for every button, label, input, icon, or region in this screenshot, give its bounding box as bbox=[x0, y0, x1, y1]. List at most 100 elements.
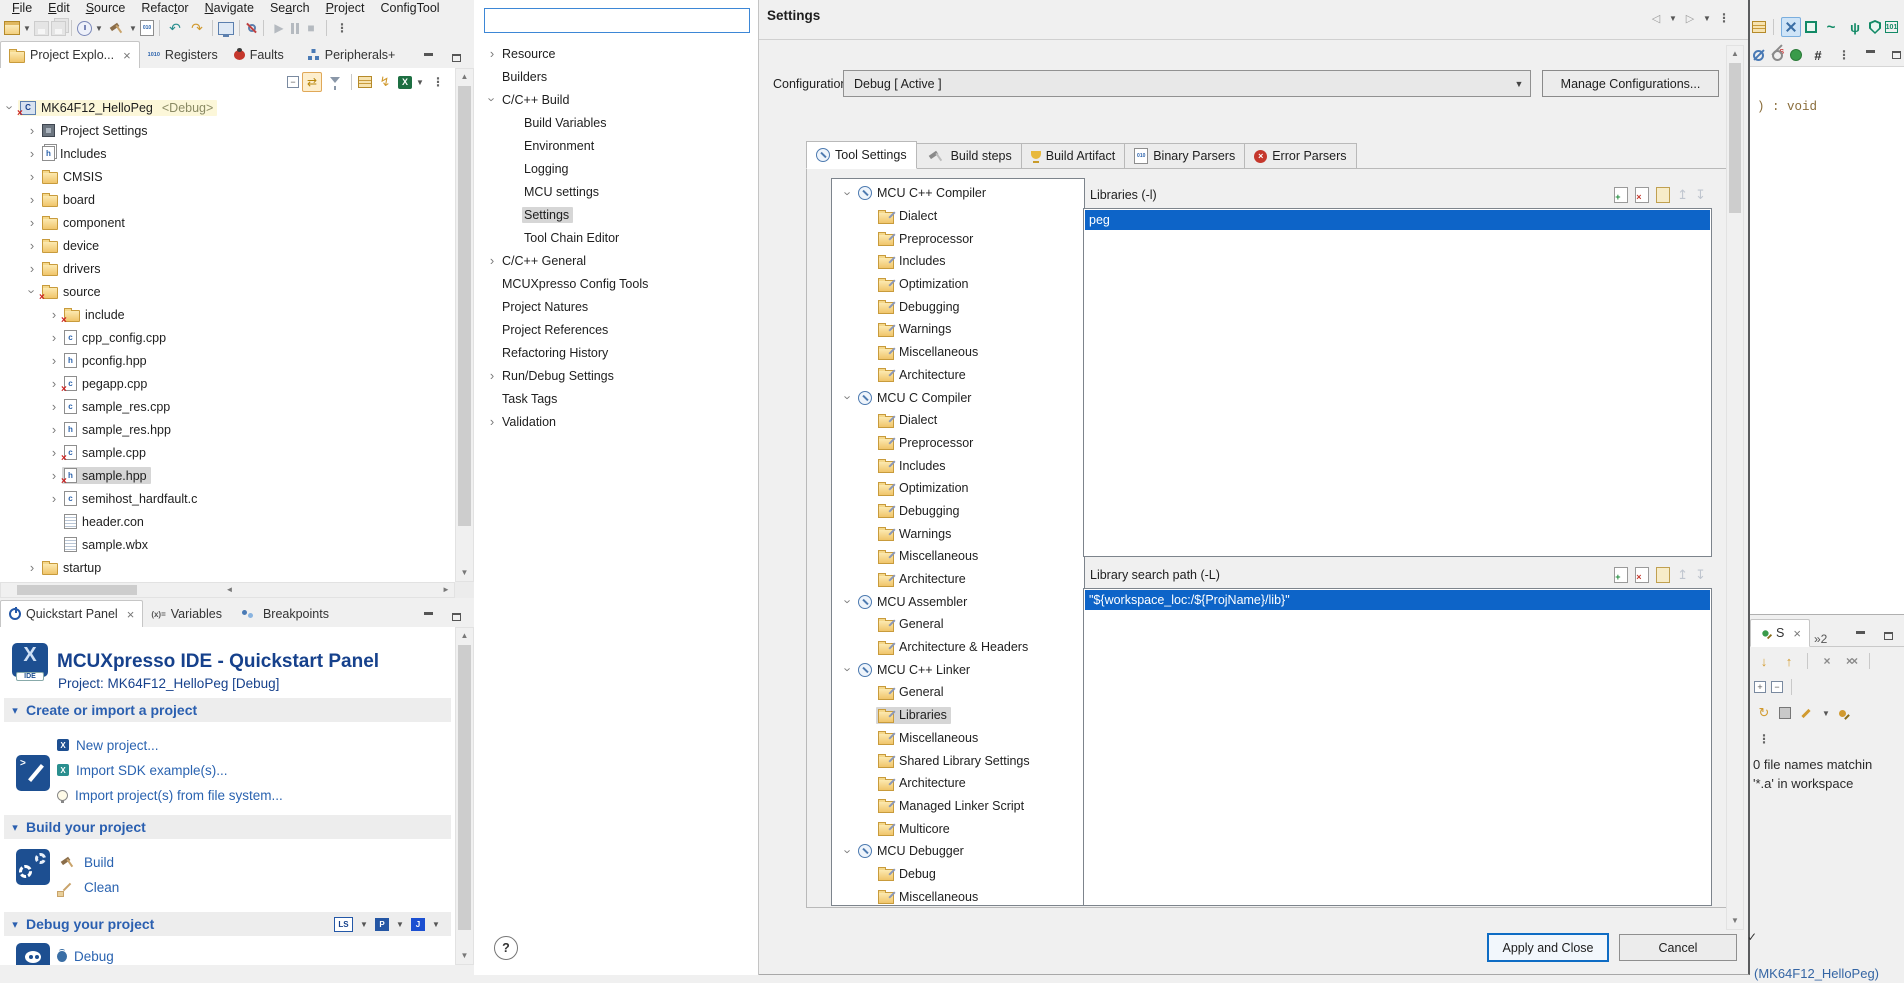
section-collapse-icon[interactable]: ▾ bbox=[4, 918, 26, 931]
expand-all-icon[interactable]: + bbox=[1754, 681, 1766, 693]
list-row[interactable]: peg bbox=[1085, 210, 1710, 230]
console-icon[interactable] bbox=[218, 21, 234, 37]
quickstart-link-import-sdk-example-s-[interactable]: X Import SDK example(s)... bbox=[57, 759, 228, 781]
edit-search-icon[interactable] bbox=[1796, 703, 1816, 723]
move-down-icon[interactable]: ↧ bbox=[1695, 567, 1706, 583]
tree-item-settings[interactable]: Settings bbox=[474, 203, 758, 226]
quickstart-link-import-project-s-from-file-system-[interactable]: Import project(s) from file system... bbox=[57, 784, 283, 806]
tree-item-board[interactable]: › board bbox=[0, 188, 455, 211]
back-icon[interactable]: ◁ bbox=[1646, 8, 1666, 28]
tree-item-sample-cpp[interactable]: ›c sample.cpp bbox=[0, 441, 455, 464]
refresh-icon[interactable]: ↻ bbox=[1754, 703, 1774, 723]
tab-faults[interactable]: Faults bbox=[226, 42, 292, 68]
shield-icon[interactable] bbox=[1869, 20, 1881, 34]
menu-refactor[interactable]: Refactor bbox=[133, 1, 196, 15]
dropdown-icon[interactable]: ▼ bbox=[359, 920, 369, 929]
explorer-vertical-scrollbar[interactable]: ▲ ▼ bbox=[455, 68, 474, 582]
tree-item-pconfig-hpp[interactable]: › h pconfig.hpp bbox=[0, 349, 455, 372]
tree-item-dialect[interactable]: Dialect bbox=[832, 205, 1084, 228]
tree-item-architecture[interactable]: Architecture bbox=[832, 568, 1084, 591]
tree-item-mk64f12-hellopeg[interactable]: ›C MK64F12_HelloPeg <Debug> bbox=[0, 96, 455, 119]
binary-101-icon[interactable]: 101 bbox=[1885, 21, 1898, 33]
chevron-collapsed-icon[interactable]: › bbox=[484, 369, 500, 382]
collapse-tree-icon[interactable]: − bbox=[1771, 681, 1783, 693]
tab-project-explo-[interactable]: Project Explo... × bbox=[0, 41, 140, 69]
tree-item-libraries[interactable]: Libraries bbox=[832, 704, 1084, 727]
tree-item-optimization[interactable]: Optimization bbox=[832, 477, 1084, 500]
tree-item-mcu-settings[interactable]: MCU settings bbox=[474, 180, 758, 203]
section-collapse-icon[interactable]: ▾ bbox=[4, 704, 26, 717]
overflow-icon[interactable]: ⋮ bbox=[1754, 729, 1774, 749]
debug-config-icon[interactable] bbox=[77, 20, 92, 36]
cancel-button[interactable]: Cancel bbox=[1619, 934, 1737, 961]
link-editor-icon[interactable]: ⇄ bbox=[302, 72, 322, 92]
tree-item-cpp-config-cpp[interactable]: › c cpp_config.cpp bbox=[0, 326, 455, 349]
tree-item-pegapp-cpp[interactable]: ›c pegapp.cpp bbox=[0, 372, 455, 395]
close-icon[interactable]: × bbox=[127, 607, 135, 622]
chevron-expanded-icon[interactable]: › bbox=[841, 594, 856, 610]
tree-item-environment[interactable]: Environment bbox=[474, 134, 758, 157]
tree-item-warnings[interactable]: Warnings bbox=[832, 522, 1084, 545]
scrollbar-thumb[interactable] bbox=[458, 645, 471, 930]
overflow-icon[interactable]: ⋮ bbox=[332, 18, 352, 38]
chevron-expanded-icon[interactable]: › bbox=[25, 284, 40, 300]
tab-error-parsers[interactable]: × Error Parsers bbox=[1245, 143, 1357, 169]
scroll-down-icon[interactable]: ▼ bbox=[456, 565, 473, 581]
stop-icon[interactable]: ■ bbox=[301, 18, 321, 38]
link-server-icon[interactable]: LS bbox=[334, 916, 353, 932]
overflow-icon[interactable]: ⋮ bbox=[428, 72, 448, 92]
tree-item-cmsis[interactable]: › CMSIS bbox=[0, 165, 455, 188]
tree-item-managed-linker-script[interactable]: Managed Linker Script bbox=[832, 795, 1084, 818]
skip-s-icon[interactable]: S bbox=[1771, 49, 1784, 62]
tree-item-mcu-c-linker[interactable]: › MCU C++ Linker bbox=[832, 658, 1084, 681]
menu-project[interactable]: Project bbox=[318, 1, 373, 15]
skip-breakpoint-icon[interactable] bbox=[1752, 49, 1765, 62]
dropdown-icon[interactable]: ▼ bbox=[431, 920, 441, 929]
edit-icon[interactable] bbox=[1656, 567, 1671, 583]
scrollbar-thumb[interactable] bbox=[458, 86, 471, 526]
tab-quickstart-panel[interactable]: Quickstart Panel × bbox=[0, 600, 144, 628]
chevron-down-icon[interactable]: ▼ bbox=[1508, 71, 1530, 96]
tree-item-dialect[interactable]: Dialect bbox=[832, 409, 1084, 432]
resume-icon[interactable]: ▶ bbox=[269, 18, 289, 38]
record-dot-icon[interactable] bbox=[1790, 49, 1802, 61]
save-all-icon[interactable] bbox=[51, 20, 66, 36]
tree-item-mcuxpresso-config-tools[interactable]: MCUXpresso Config Tools bbox=[474, 272, 758, 295]
tree-item-architecture[interactable]: Architecture bbox=[832, 364, 1084, 387]
chevron-collapsed-icon[interactable]: › bbox=[484, 47, 500, 60]
tree-item-run-debug-settings[interactable]: › Run/Debug Settings bbox=[474, 364, 758, 387]
chevron-expanded-icon[interactable]: › bbox=[841, 185, 856, 201]
dropdown-icon[interactable]: ▼ bbox=[395, 920, 405, 929]
close-icon[interactable]: × bbox=[1793, 626, 1801, 641]
binary-doc-icon[interactable]: 010 bbox=[140, 20, 154, 36]
chevron-collapsed-icon[interactable]: › bbox=[24, 561, 40, 574]
explorer-horizontal-scrollbar[interactable]: ◄ ► bbox=[0, 582, 455, 598]
scrollbar-thumb[interactable] bbox=[17, 585, 137, 595]
minimize-icon[interactable] bbox=[418, 48, 438, 68]
tree-item-debugging[interactable]: Debugging bbox=[832, 500, 1084, 523]
add-icon[interactable]: + bbox=[1614, 567, 1629, 583]
tab-binary-parsers[interactable]: 010 Binary Parsers bbox=[1125, 143, 1246, 169]
maximize-icon[interactable] bbox=[446, 607, 466, 627]
tree-item-tool-chain-editor[interactable]: Tool Chain Editor bbox=[474, 226, 758, 249]
section-header-1[interactable]: ▾ Build your project bbox=[4, 815, 451, 839]
chevron-collapsed-icon[interactable]: › bbox=[24, 147, 40, 160]
tree-item-shared-library-settings[interactable]: Shared Library Settings bbox=[832, 749, 1084, 772]
tree-item-header-con[interactable]: header.con bbox=[0, 510, 455, 533]
tree-item-general[interactable]: General bbox=[832, 681, 1084, 704]
pemicro-icon[interactable]: P bbox=[375, 917, 389, 931]
tree-item-sample-hpp[interactable]: ›h sample.hpp bbox=[0, 464, 455, 487]
chevron-collapsed-icon[interactable]: › bbox=[24, 193, 40, 206]
filter-icon[interactable] bbox=[325, 72, 345, 92]
remove-all-icon[interactable]: ×× bbox=[1841, 651, 1861, 671]
scroll-right-icon[interactable]: ► bbox=[440, 583, 452, 597]
overflow-icon[interactable]: ⋮ bbox=[1834, 45, 1854, 65]
chevron-collapsed-icon[interactable]: › bbox=[24, 262, 40, 275]
signal-icon[interactable]: ~ bbox=[1821, 17, 1841, 37]
tree-item-multicore[interactable]: Multicore bbox=[832, 817, 1084, 840]
chevron-collapsed-icon[interactable]: › bbox=[24, 239, 40, 252]
tab-registers[interactable]: 1010 Registers bbox=[140, 42, 226, 68]
chevron-collapsed-icon[interactable]: › bbox=[24, 216, 40, 229]
delete-icon[interactable]: × bbox=[1635, 187, 1650, 203]
edit-icon[interactable] bbox=[1656, 187, 1671, 203]
